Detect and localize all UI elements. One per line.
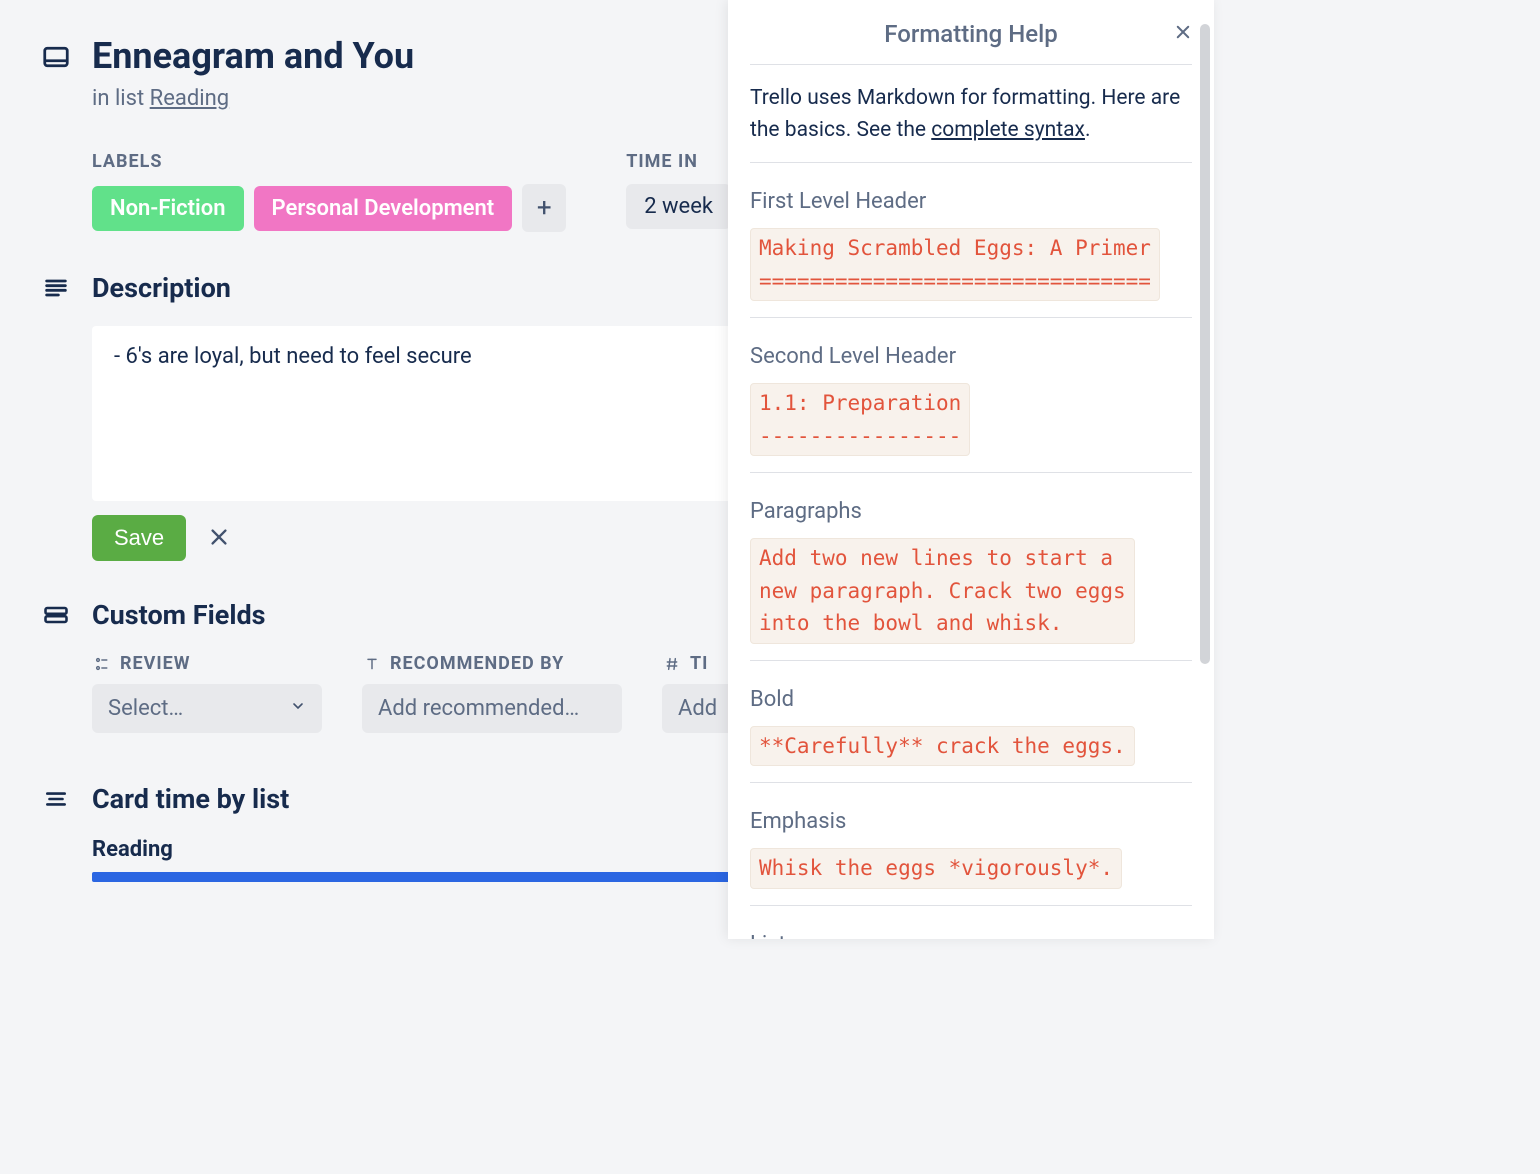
description-icon	[40, 272, 72, 304]
close-icon[interactable]	[1174, 22, 1192, 47]
cf-recommended-label: RECOMMENDED BY	[390, 653, 564, 674]
divider	[750, 905, 1192, 906]
divider	[750, 162, 1192, 163]
text-type-icon	[362, 654, 382, 674]
card-time-bar	[92, 872, 732, 882]
fmt-h2-code: 1.1: Preparation ----------------	[750, 383, 970, 456]
fmt-em-label: Emphasis	[750, 805, 1192, 838]
label-personal-development[interactable]: Personal Development	[254, 186, 513, 231]
list-link[interactable]: Reading	[150, 86, 229, 111]
time-in-list-section: TIME IN 2 week	[626, 151, 731, 232]
dropdown-type-icon	[92, 654, 112, 674]
fmt-para-code: Add two new lines to start a new paragra…	[750, 538, 1135, 644]
fmt-em-code: Whisk the eggs *vigorously*.	[750, 848, 1122, 889]
custom-fields-heading: Custom Fields	[92, 599, 266, 631]
cf-review-label: REVIEW	[120, 653, 191, 674]
custom-fields-icon	[40, 599, 72, 631]
card-icon	[40, 41, 72, 73]
panel-title: Formatting Help	[884, 20, 1057, 48]
number-type-icon	[662, 654, 682, 674]
time-value[interactable]: 2 week	[626, 184, 731, 229]
description-editor[interactable]: - 6's are loyal, but need to feel secure	[92, 326, 732, 501]
cf-recommended-input[interactable]: Add recommended…	[362, 684, 622, 733]
cf-review-select[interactable]: Select…	[92, 684, 322, 733]
labels-heading: LABELS	[92, 151, 566, 172]
cf-recommended-placeholder: Add recommended…	[378, 696, 579, 721]
scrollbar[interactable]	[1200, 24, 1210, 664]
fmt-para-label: Paragraphs	[750, 495, 1192, 528]
divider	[750, 660, 1192, 661]
cf-times-label: TI	[690, 653, 708, 674]
panel-intro-tail: .	[1085, 118, 1091, 142]
save-button[interactable]: Save	[92, 515, 186, 561]
card-time-heading: Card time by list	[92, 783, 289, 815]
fmt-lists-label: Lists	[750, 928, 1192, 939]
divider	[750, 472, 1192, 473]
panel-intro: Trello uses Markdown for formatting. Her…	[750, 83, 1192, 146]
fmt-h1-label: First Level Header	[750, 185, 1192, 218]
fmt-bold-label: Bold	[750, 683, 1192, 716]
cf-times-placeholder: Add	[678, 696, 717, 721]
time-heading: TIME IN	[626, 151, 731, 172]
in-list-prefix: in list	[92, 86, 150, 111]
fmt-h2-label: Second Level Header	[750, 340, 1192, 373]
fmt-bold-code: **Carefully** crack the eggs.	[750, 726, 1135, 767]
formatting-help-panel: Formatting Help Trello uses Markdown for…	[728, 0, 1214, 939]
cancel-button[interactable]	[200, 518, 238, 559]
divider	[750, 782, 1192, 783]
fmt-h1-code: Making Scrambled Eggs: A Primer ========…	[750, 228, 1160, 301]
label-non-fiction[interactable]: Non-Fiction	[92, 186, 244, 231]
card-title[interactable]: Enneagram and You	[92, 35, 414, 78]
labels-section: LABELS Non-Fiction Personal Development …	[92, 151, 566, 232]
complete-syntax-link[interactable]: complete syntax	[931, 118, 1085, 142]
divider	[750, 317, 1192, 318]
add-label-button[interactable]: +	[522, 184, 566, 232]
chevron-down-icon	[290, 698, 306, 719]
card-time-icon	[40, 783, 72, 815]
cf-review-placeholder: Select…	[108, 696, 183, 721]
description-heading: Description	[92, 272, 231, 304]
